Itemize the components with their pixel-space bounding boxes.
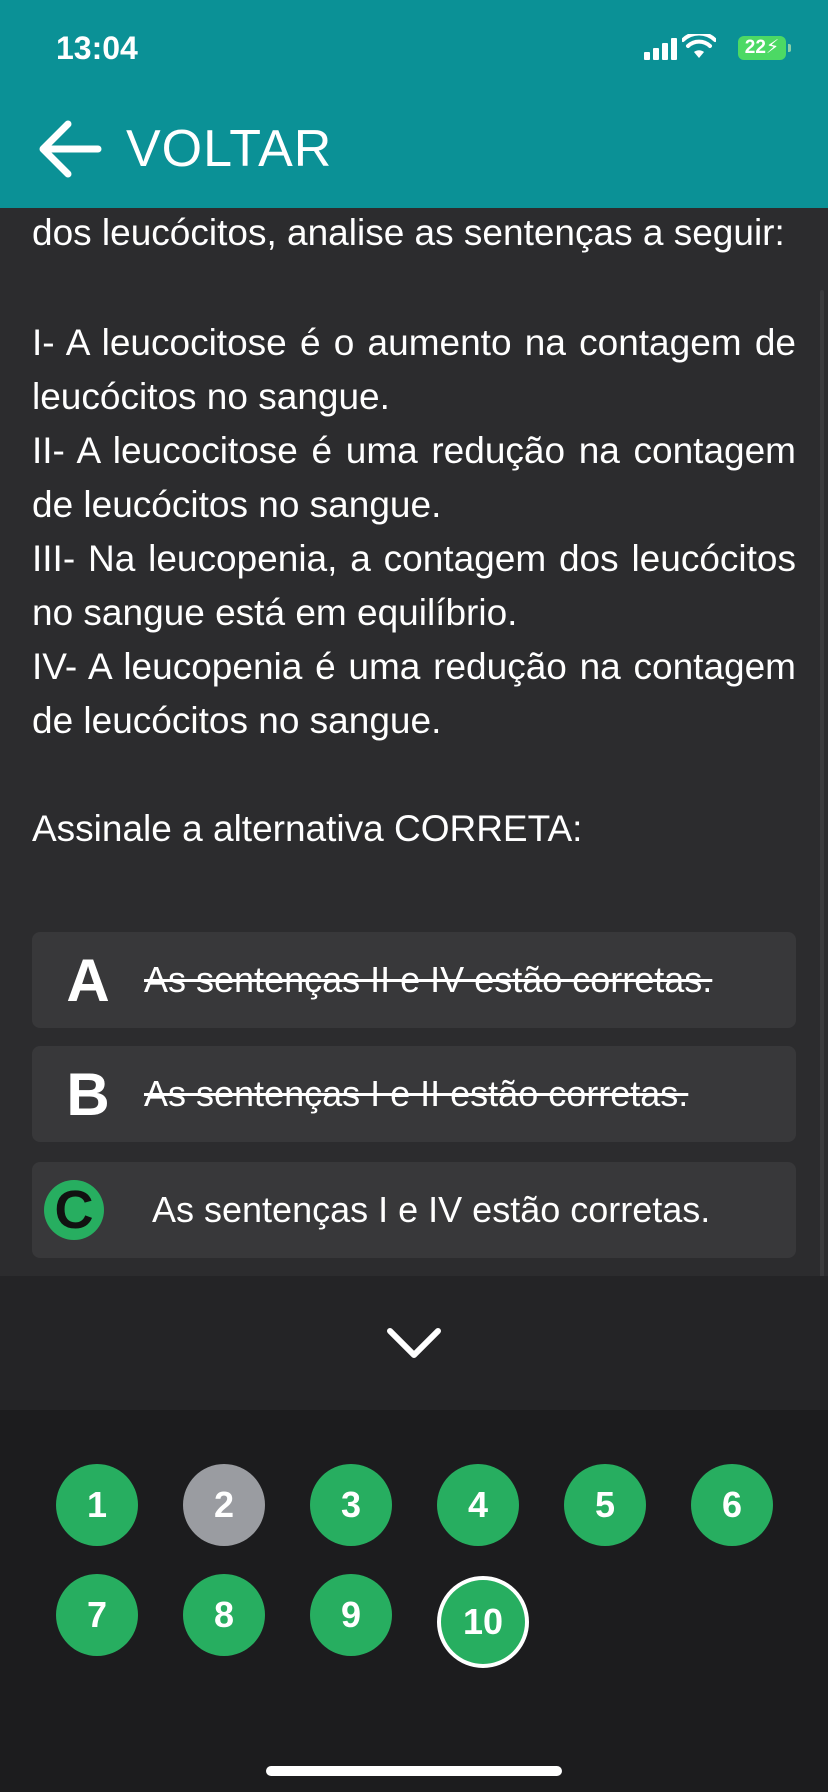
question-button-10[interactable]: 10 — [437, 1576, 529, 1668]
battery-level: 22 — [744, 37, 766, 58]
question-navigator: 1 2 3 4 5 6 7 8 9 10 — [0, 1276, 828, 1792]
question-content[interactable]: dos leucócitos, analise as sentenças a s… — [0, 208, 828, 1276]
question-button-2[interactable]: 2 — [183, 1464, 265, 1546]
question-button-3[interactable]: 3 — [310, 1464, 392, 1546]
option-letter: B — [66, 1060, 110, 1128]
question-button-7[interactable]: 7 — [56, 1574, 138, 1656]
status-time: 13:04 — [56, 30, 138, 66]
option-text: As sentenças I e IV estão corretas. — [152, 1189, 711, 1230]
option-b[interactable]: B As sentenças I e II estão corretas. — [32, 1046, 796, 1142]
question-button-4[interactable]: 4 — [437, 1464, 519, 1546]
statement-1: I- A leucocitose é o aumento na contagem… — [32, 322, 796, 417]
question-button-5[interactable]: 5 — [564, 1464, 646, 1546]
app-header: 13:04 22⚡ VOLTAR — [0, 0, 828, 208]
statement-3: III- Na leucopenia, a contagem dos leucó… — [32, 538, 796, 633]
question-button-1[interactable]: 1 — [56, 1464, 138, 1546]
wifi-icon — [682, 34, 716, 58]
question-button-8[interactable]: 8 — [183, 1574, 265, 1656]
statement-2: II- A leucocitose é uma redução na conta… — [32, 430, 796, 525]
collapse-navigator-button[interactable] — [0, 1276, 828, 1410]
question-intro: dos leucócitos, analise as sentenças a s… — [32, 212, 785, 253]
chevron-down-icon — [387, 1328, 441, 1358]
battery-tip — [788, 44, 791, 52]
option-letter: A — [66, 946, 110, 1014]
question-button-9[interactable]: 9 — [310, 1574, 392, 1656]
signal-icon — [644, 38, 677, 60]
statement-4: IV- A leucopenia é uma redução na contag… — [32, 646, 796, 741]
option-c[interactable]: C As sentenças I e IV estão corretas. — [32, 1162, 796, 1258]
arrow-left-icon — [39, 120, 102, 178]
selected-option-letter: C — [44, 1180, 104, 1240]
back-button[interactable]: VOLTAR — [34, 114, 332, 184]
option-text: As sentenças I e II estão corretas. — [144, 1073, 689, 1114]
option-a[interactable]: A As sentenças II e IV estão corretas. — [32, 932, 796, 1028]
option-text: As sentenças II e IV estão corretas. — [144, 959, 713, 1000]
home-indicator[interactable] — [266, 1766, 562, 1776]
battery-icon: 22⚡ — [738, 36, 786, 60]
question-button-6[interactable]: 6 — [691, 1464, 773, 1546]
back-label: VOLTAR — [126, 120, 333, 178]
question-prompt: Assinale a alternativa CORRETA: — [32, 808, 583, 849]
scrollbar[interactable] — [820, 290, 824, 1276]
